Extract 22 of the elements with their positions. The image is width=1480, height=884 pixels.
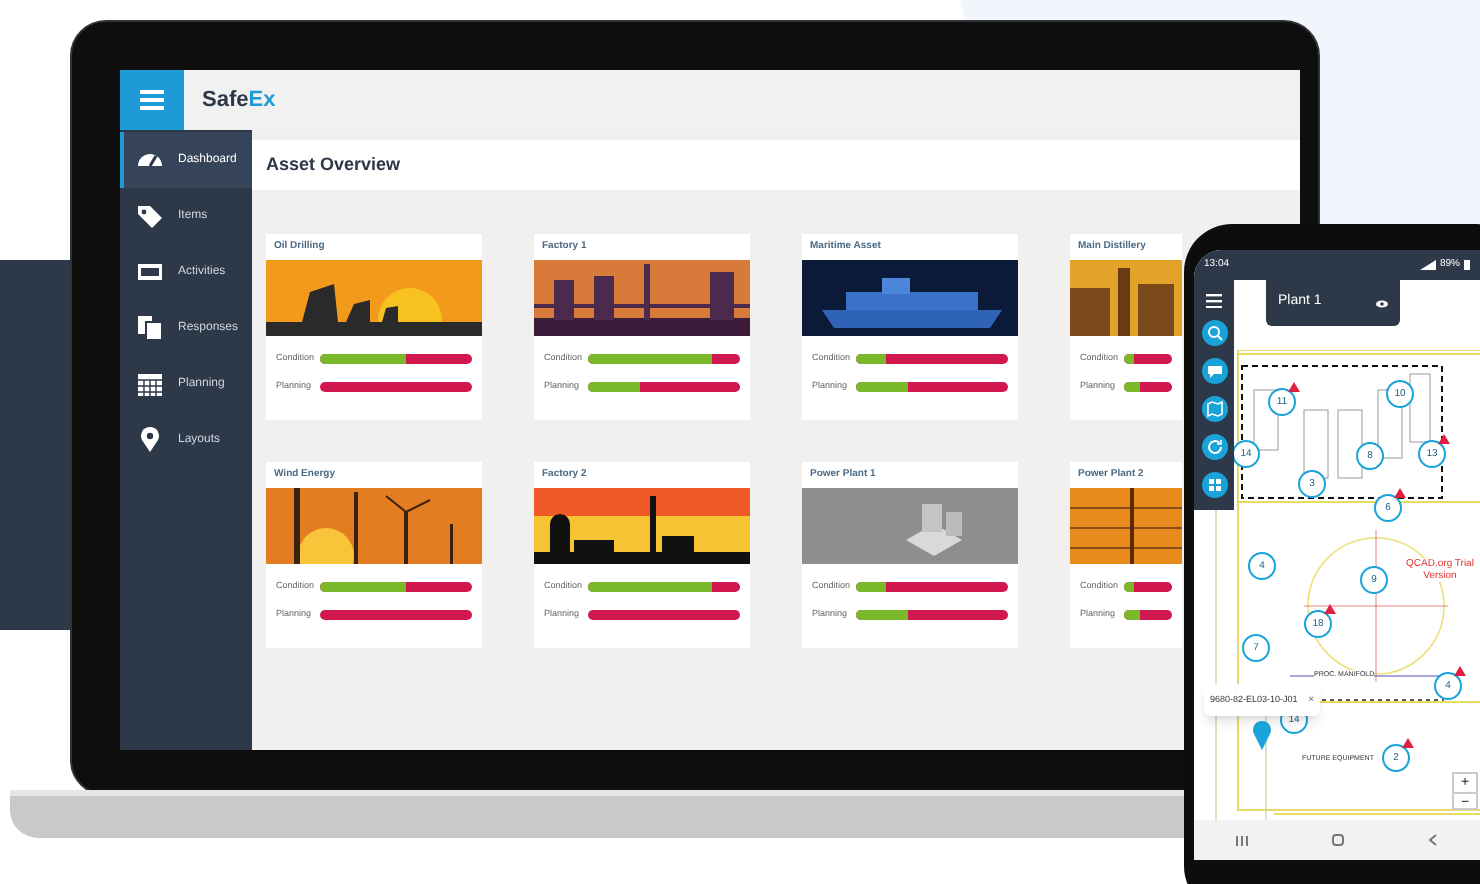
map-icon[interactable] [1201,396,1227,422]
back-icon[interactable] [1428,834,1438,846]
calendar-icon [136,370,164,398]
battery-icon [1464,260,1470,270]
menu-button[interactable] [120,70,184,130]
recent-apps-icon[interactable] [1236,835,1248,845]
signal-icon [1419,260,1436,270]
zoom-icon[interactable] [1201,320,1227,346]
documents-icon [136,314,164,342]
refresh-icon[interactable] [1201,434,1227,460]
logo: SafeEx [202,85,276,116]
eye-icon[interactable] [1376,299,1388,307]
tag-icon [136,202,164,230]
card-icon [136,258,164,286]
location-marker-icon [1252,720,1272,750]
menu-icon [140,90,164,110]
home-icon[interactable] [1332,834,1344,846]
location-pin-icon [136,426,164,454]
grid-icon[interactable] [1201,472,1227,498]
menu-icon[interactable] [1206,294,1222,308]
chat-icon[interactable] [1201,358,1227,384]
page-title: Asset Overview [266,151,401,178]
